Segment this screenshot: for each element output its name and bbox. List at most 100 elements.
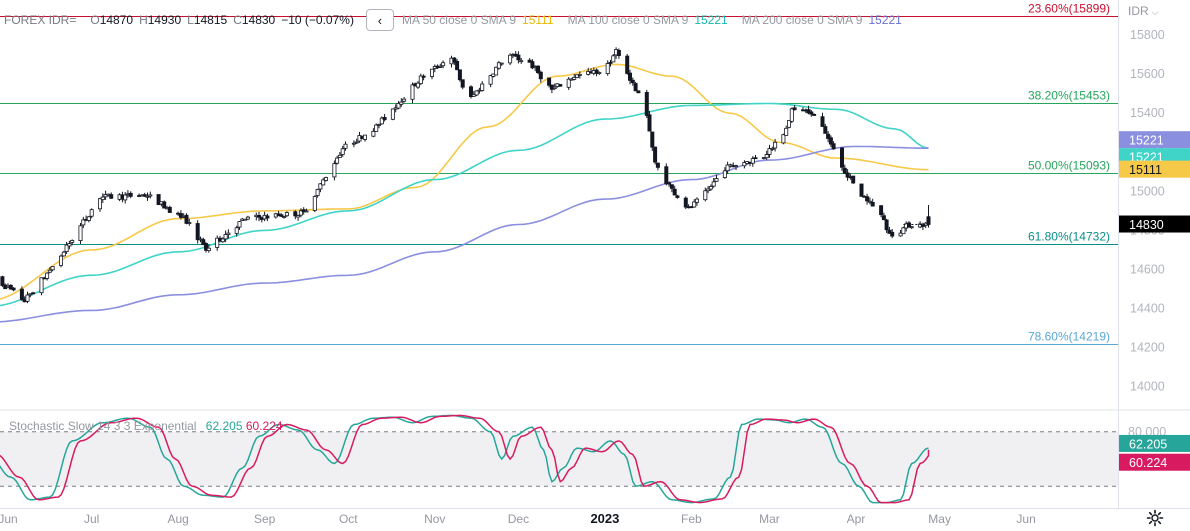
candle-body <box>371 130 376 137</box>
candle-body <box>753 157 758 160</box>
candle-body <box>457 69 462 81</box>
candle-body <box>577 74 582 76</box>
high-label: H <box>139 13 148 27</box>
candle-body <box>480 83 485 91</box>
candle-body <box>315 189 320 196</box>
candle-body <box>335 157 340 164</box>
candle-body <box>362 134 367 140</box>
candle-body <box>19 288 24 300</box>
candle-body <box>89 209 94 217</box>
collapse-legend-button[interactable]: ‹ <box>365 9 394 31</box>
candle-body <box>67 243 72 247</box>
stochastic-title[interactable]: Stochastic Slow 14 3 3 Exponential <box>9 419 196 433</box>
candle-body <box>734 165 739 168</box>
candle-body <box>340 148 345 155</box>
candle-body <box>0 276 5 286</box>
candle-body <box>683 197 688 208</box>
candle-body <box>429 68 434 77</box>
candle-body <box>402 98 407 102</box>
forex-chart-canvas[interactable]: 23.60%(15899) 38.20%(15453) 50.00%(15093) 6… <box>0 0 1190 531</box>
candle-body <box>809 111 814 115</box>
candle-body <box>256 214 261 218</box>
stochastic-d-value: 60.224 <box>245 419 283 433</box>
candle-body <box>25 294 30 302</box>
candle-body <box>792 107 797 111</box>
candle-body <box>282 216 287 219</box>
candle-body <box>820 116 825 127</box>
candle-body <box>926 216 931 225</box>
candle-body <box>881 215 886 221</box>
candle-body <box>851 175 856 184</box>
stochastic-k-value: 62.205 <box>205 419 243 433</box>
chevron-left-icon: ‹ <box>377 12 383 28</box>
candle-body <box>611 55 616 63</box>
candle-body <box>781 134 786 144</box>
open-label: O <box>90 13 100 27</box>
candle-body <box>644 92 649 116</box>
candle-body <box>438 66 443 68</box>
candle-body <box>722 170 727 179</box>
candle-body <box>61 251 66 257</box>
candle-body <box>770 147 775 150</box>
close-label: C <box>233 13 242 27</box>
candle-body <box>128 192 133 197</box>
stochastic-legend: Stochastic Slow 14 3 3 Exponential 62.20… <box>9 419 283 433</box>
ma50-title[interactable]: MA 50 close 0 SMA 9 <box>402 13 516 27</box>
gear-icon[interactable] <box>1146 509 1164 527</box>
price-axis-label: 15800 <box>1130 28 1165 42</box>
candle-body <box>354 141 359 144</box>
candle-body <box>70 240 75 243</box>
time-axis-label: Apr <box>847 512 866 526</box>
ma200-title[interactable]: MA 200 close 0 SMA 9 <box>742 13 863 27</box>
candle-body <box>708 186 713 190</box>
stochastic-d-tag: 60.224 <box>1129 456 1167 470</box>
fibonacci-levels: 23.60%(15899) 38.20%(15453) 50.00%(15093) 6… <box>0 2 1118 345</box>
candle-body <box>234 227 239 234</box>
time-axis-label: Jun <box>0 512 18 526</box>
candle-body <box>901 227 906 235</box>
candle-body <box>162 201 167 209</box>
candle-body <box>488 75 493 85</box>
candle-body <box>284 212 289 217</box>
candle-body <box>675 195 680 198</box>
candle-body <box>195 223 200 241</box>
candle-body <box>508 54 513 64</box>
candle-body <box>865 196 870 202</box>
candle-body <box>265 215 270 219</box>
ma100-title[interactable]: MA 100 close 0 SMA 9 <box>568 13 689 27</box>
candle-body <box>711 181 716 187</box>
price-axis-label: 14200 <box>1130 341 1165 355</box>
time-axis: Jun Jul Aug Sep Oct Nov Dec 2023 Feb Mar Apr May Jun <box>0 511 1036 526</box>
currency-menu[interactable]: IDR ⌵ <box>1128 4 1159 18</box>
currency-label: IDR <box>1128 4 1149 18</box>
price-tag: 15221 <box>1129 134 1164 148</box>
candle-body <box>31 292 36 295</box>
candle-body <box>323 177 328 181</box>
candle-body <box>669 184 674 189</box>
ma-line <box>0 102 929 307</box>
candle-body <box>536 65 541 73</box>
symbol-legend: FOREX IDR= O 14870 H 14930 L 14815 C 14830 −… <box>4 9 916 31</box>
candle-body <box>764 154 769 159</box>
candle-body <box>773 141 778 149</box>
candle-body <box>337 154 342 158</box>
candle-body <box>605 63 610 75</box>
price-tag: 15111 <box>1129 163 1162 177</box>
ma200-value: 15221 <box>868 13 902 27</box>
time-axis-label: Aug <box>167 512 188 526</box>
candle-body <box>332 163 337 178</box>
fib-level-label: 23.60%(15899) <box>1028 2 1110 16</box>
candle-body <box>206 247 211 251</box>
change-value: −10 (−0.07%) <box>281 13 354 27</box>
candle-body <box>374 124 379 132</box>
candle-body <box>100 196 105 201</box>
candle-body <box>667 182 672 185</box>
time-axis-label: Sep <box>254 512 276 526</box>
symbol-name[interactable]: FOREX IDR= <box>4 13 76 27</box>
candle-body <box>884 219 889 231</box>
candle-body <box>628 72 633 81</box>
candle-body <box>636 90 641 94</box>
price-axis-label: 14600 <box>1130 262 1165 276</box>
time-axis-label: May <box>928 512 951 526</box>
time-axis-label: Oct <box>339 512 358 526</box>
